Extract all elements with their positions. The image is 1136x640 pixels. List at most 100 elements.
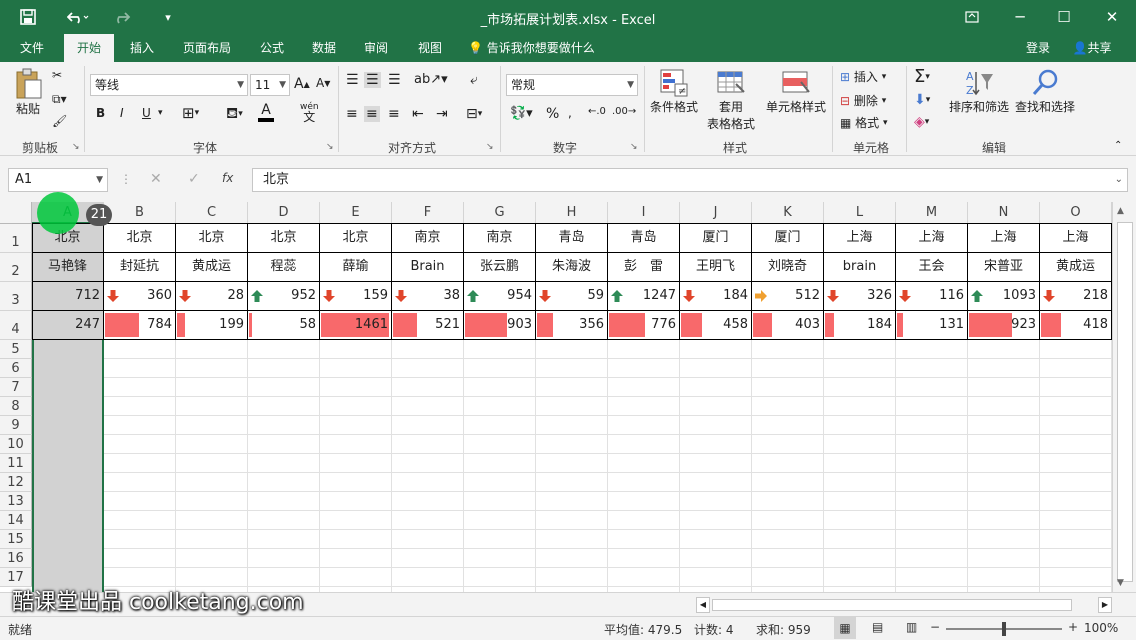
delete-cells-button[interactable]: ⊟ 删除 ▾: [840, 92, 886, 109]
table-cell[interactable]: 王会: [896, 253, 968, 282]
table-cell[interactable]: 218: [1040, 282, 1112, 311]
dialog-launcher-icon[interactable]: ↘: [72, 142, 80, 152]
bold-button[interactable]: B: [96, 106, 105, 120]
column-header[interactable]: M: [896, 202, 968, 224]
column-header[interactable]: G: [464, 202, 536, 224]
zoom-slider-thumb[interactable]: [1002, 622, 1006, 636]
table-cell[interactable]: 宋普亚: [968, 253, 1040, 282]
row-header[interactable]: 12: [0, 473, 32, 492]
table-cell[interactable]: 上海: [896, 224, 968, 253]
row-header[interactable]: 15: [0, 530, 32, 549]
vertical-scrollbar[interactable]: ▲ ▼: [1112, 202, 1136, 592]
table-cell[interactable]: 28: [176, 282, 248, 311]
autosum-icon[interactable]: Σ ▾: [914, 66, 930, 87]
table-cell[interactable]: 南京: [464, 224, 536, 253]
phonetic-icon[interactable]: wén 文: [300, 102, 319, 123]
row-header[interactable]: 7: [0, 378, 32, 397]
name-box[interactable]: A1 ▼: [8, 168, 108, 192]
column-header[interactable]: I: [608, 202, 680, 224]
column-header[interactable]: N: [968, 202, 1040, 224]
login-link[interactable]: 登录: [1018, 34, 1058, 62]
table-cell[interactable]: Brain: [392, 253, 464, 282]
column-header[interactable]: K: [752, 202, 824, 224]
tab-insert[interactable]: 插入: [120, 34, 164, 62]
table-cell[interactable]: 黄成运: [176, 253, 248, 282]
table-cell[interactable]: 上海: [1040, 224, 1112, 253]
align-top-icon[interactable]: ☰: [346, 72, 359, 88]
tab-home[interactable]: 开始: [64, 34, 114, 62]
column-header[interactable]: C: [176, 202, 248, 224]
zoom-level[interactable]: 100%: [1084, 621, 1118, 635]
column-header[interactable]: D: [248, 202, 320, 224]
row-header[interactable]: 8: [0, 397, 32, 416]
row-header[interactable]: 14: [0, 511, 32, 530]
table-cell[interactable]: 封延抗: [104, 253, 176, 282]
scroll-left-icon[interactable]: ◀: [696, 597, 710, 613]
table-cell[interactable]: 薛瑜: [320, 253, 392, 282]
table-cell[interactable]: 903: [464, 311, 536, 340]
increase-font-icon[interactable]: A ▲: [294, 76, 310, 92]
page-break-view-icon[interactable]: ▥: [906, 620, 917, 634]
decrease-indent-icon[interactable]: ⇤: [412, 106, 424, 122]
orientation-icon[interactable]: ab↗▾: [414, 72, 448, 87]
table-cell[interactable]: 458: [680, 311, 752, 340]
table-cell[interactable]: 北京: [248, 224, 320, 253]
table-cell[interactable]: 南京: [392, 224, 464, 253]
table-cell[interactable]: 1461: [320, 311, 392, 340]
row-header[interactable]: 10: [0, 435, 32, 454]
row-header[interactable]: 9: [0, 416, 32, 435]
zoom-in-icon[interactable]: +: [1068, 620, 1078, 634]
scroll-right-icon[interactable]: ▶: [1098, 597, 1112, 613]
row-header[interactable]: 4: [0, 311, 32, 340]
cut-icon[interactable]: ✂: [52, 68, 62, 82]
tab-view[interactable]: 视图: [408, 34, 452, 62]
column-header[interactable]: L: [824, 202, 896, 224]
chevron-down-icon[interactable]: ▾: [158, 108, 163, 118]
dialog-launcher-icon[interactable]: ↘: [486, 142, 494, 152]
maximize-icon[interactable]: ☐: [1050, 0, 1078, 34]
merge-center-icon[interactable]: ⊟ ▾: [466, 106, 482, 122]
table-cell[interactable]: 青岛: [608, 224, 680, 253]
spreadsheet-grid[interactable]: ABCDEFGHIJKLMNO1234567891011121314151617…: [0, 202, 1136, 592]
table-cell[interactable]: 159: [320, 282, 392, 311]
row-header[interactable]: 6: [0, 359, 32, 378]
table-cell[interactable]: 184: [680, 282, 752, 311]
select-all-corner[interactable]: [0, 202, 32, 224]
comma-icon[interactable]: ,: [568, 106, 572, 120]
increase-decimal-icon[interactable]: ←.0: [588, 106, 606, 117]
column-header[interactable]: E: [320, 202, 392, 224]
row-header[interactable]: 16: [0, 549, 32, 568]
table-cell[interactable]: 403: [752, 311, 824, 340]
table-cell[interactable]: 58: [248, 311, 320, 340]
table-cell[interactable]: 厦门: [752, 224, 824, 253]
table-cell[interactable]: 1093: [968, 282, 1040, 311]
wrap-text-icon[interactable]: ⤶: [470, 72, 478, 88]
cancel-icon[interactable]: ✕: [150, 171, 162, 187]
font-color-icon[interactable]: A: [258, 102, 274, 122]
tab-data[interactable]: 数据: [302, 34, 346, 62]
paste-button[interactable]: 粘贴: [10, 68, 46, 124]
copy-icon[interactable]: ⧉▾: [52, 92, 67, 107]
table-cell[interactable]: 131: [896, 311, 968, 340]
currency-icon[interactable]: 💱▾: [510, 106, 533, 121]
table-cell[interactable]: 512: [752, 282, 824, 311]
table-cell[interactable]: 360: [104, 282, 176, 311]
tab-file[interactable]: 文件: [8, 34, 56, 62]
fill-color-icon[interactable]: ⛾ ▾: [226, 104, 243, 124]
align-left-icon[interactable]: ≡: [346, 106, 358, 122]
fill-icon[interactable]: ⬇ ▾: [914, 92, 930, 108]
table-cell[interactable]: 王明飞: [680, 253, 752, 282]
table-cell[interactable]: 784: [104, 311, 176, 340]
font-size-dropdown[interactable]: 11 ▼: [250, 74, 290, 96]
format-as-table-button[interactable]: 套用 表格格式: [700, 68, 762, 132]
table-cell[interactable]: 923: [968, 311, 1040, 340]
column-header[interactable]: H: [536, 202, 608, 224]
decrease-font-icon[interactable]: A ▼: [316, 76, 330, 90]
table-cell[interactable]: 上海: [968, 224, 1040, 253]
table-cell[interactable]: 刘晓奇: [752, 253, 824, 282]
row-header[interactable]: 1: [0, 224, 32, 253]
align-bottom-icon[interactable]: ☰: [388, 72, 401, 88]
table-cell[interactable]: 北京: [176, 224, 248, 253]
table-cell[interactable]: 朱海波: [536, 253, 608, 282]
increase-indent-icon[interactable]: ⇥: [436, 106, 448, 122]
